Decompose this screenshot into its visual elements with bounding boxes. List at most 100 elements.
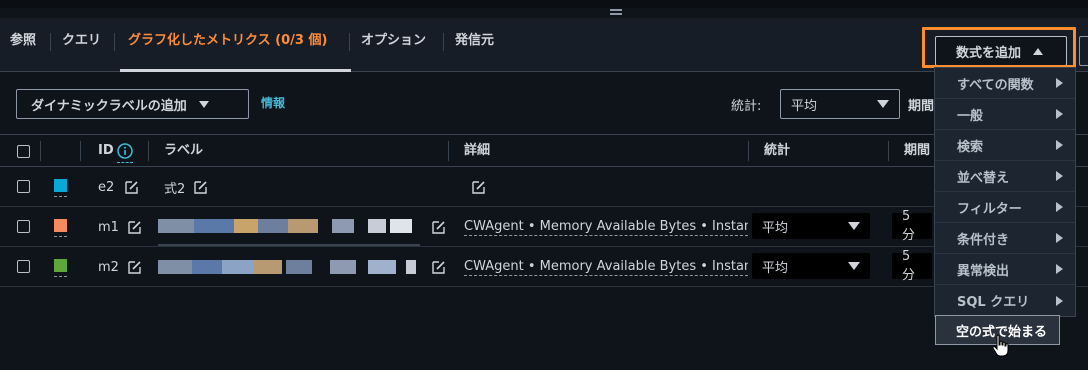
menu-item-label: 並べ替え bbox=[957, 170, 1010, 186]
row-id: e2 bbox=[98, 179, 115, 195]
row-details-text: CWAgent • Memory Available Bytes • Insta… bbox=[464, 258, 748, 276]
edit-id-icon[interactable] bbox=[128, 207, 141, 247]
tab-separator bbox=[50, 33, 51, 51]
chevron-down-icon bbox=[848, 262, 860, 270]
tab-separator bbox=[114, 33, 115, 51]
menu-item-search[interactable]: 検索 bbox=[935, 130, 1075, 161]
tab-browse[interactable]: 参照 bbox=[10, 18, 36, 72]
chevron-right-icon bbox=[1056, 171, 1063, 181]
add-dynamic-label-button[interactable]: ダイナミックラベルの追加 bbox=[16, 89, 249, 119]
column-separator bbox=[40, 141, 41, 161]
row-id: m2 bbox=[98, 259, 119, 275]
redacted-label bbox=[158, 260, 420, 274]
row-checkbox[interactable] bbox=[17, 260, 30, 273]
menu-item-conditional[interactable]: 条件付き bbox=[935, 223, 1075, 254]
row-stat-value: 平均 bbox=[762, 260, 789, 276]
color-swatch[interactable] bbox=[54, 259, 67, 272]
info-link[interactable]: 情報 bbox=[261, 94, 285, 111]
chevron-down-icon bbox=[848, 222, 860, 230]
row-period-value: 5 分 bbox=[902, 249, 916, 283]
swatch-underline bbox=[54, 196, 67, 197]
header-details: 詳細 bbox=[464, 143, 491, 158]
stat-select-value: 平均 bbox=[791, 98, 818, 114]
column-separator bbox=[748, 141, 749, 161]
select-all-checkbox[interactable] bbox=[17, 145, 30, 158]
row-period-select[interactable]: 5 分 bbox=[892, 209, 932, 243]
chevron-right-icon bbox=[1056, 109, 1063, 119]
edit-id-icon[interactable] bbox=[125, 167, 138, 207]
menu-item-label: 一般 bbox=[957, 108, 984, 124]
row-checkbox[interactable] bbox=[17, 180, 30, 193]
row-details[interactable]: CWAgent • Memory Available Bytes • Insta… bbox=[464, 207, 748, 247]
add-dynamic-label-text: ダイナミックラベルの追加 bbox=[31, 98, 187, 114]
header-id: ID bbox=[98, 143, 114, 158]
header-period: 期間 bbox=[904, 143, 931, 158]
menu-item-label: 検索 bbox=[957, 139, 984, 155]
row-checkbox[interactable] bbox=[17, 220, 30, 233]
chevron-right-icon bbox=[1056, 264, 1063, 274]
hand-pointer-icon bbox=[991, 334, 1011, 358]
menu-item-label: フィルター bbox=[957, 201, 1022, 217]
menu-item-label: SQL クエリ bbox=[957, 295, 1030, 310]
tab-separator bbox=[443, 33, 444, 51]
color-swatch[interactable] bbox=[54, 219, 67, 232]
menu-item-label: 異常検出 bbox=[957, 263, 1010, 279]
tab-query[interactable]: クエリ bbox=[62, 18, 101, 72]
tab-source[interactable]: 発信元 bbox=[455, 18, 494, 72]
edit-id-icon[interactable] bbox=[128, 247, 141, 287]
row-stat-select[interactable]: 平均 bbox=[752, 253, 870, 279]
swatch-underline bbox=[54, 236, 67, 237]
edit-label-icon[interactable] bbox=[432, 207, 445, 247]
edit-label-icon[interactable] bbox=[432, 247, 445, 287]
chevron-right-icon bbox=[1056, 233, 1063, 243]
top-strip bbox=[0, 0, 1088, 8]
info-icon[interactable] bbox=[117, 143, 133, 159]
color-swatch[interactable] bbox=[54, 179, 67, 192]
stat-select[interactable]: 平均 bbox=[780, 89, 900, 119]
column-separator bbox=[888, 141, 889, 161]
table-header: ID ラベル 詳細 統計 期間 bbox=[0, 134, 1088, 167]
highlight-box bbox=[922, 27, 1076, 68]
table-row[interactable]: m2 CWAgent • Memory Available Bytes • In… bbox=[0, 247, 1088, 287]
edit-details-icon[interactable] bbox=[472, 167, 485, 207]
row-label: 式2 bbox=[164, 181, 186, 197]
chevron-down-icon bbox=[877, 100, 889, 108]
resize-grip-icon[interactable] bbox=[610, 9, 622, 17]
row-details[interactable]: CWAgent • Memory Available Bytes • Insta… bbox=[464, 247, 748, 287]
tab-separator bbox=[349, 33, 350, 51]
row-period-select[interactable]: 5 分 bbox=[892, 249, 932, 283]
truncated-button-edge[interactable] bbox=[1079, 36, 1088, 66]
menu-item-anomaly-detection[interactable]: 異常検出 bbox=[935, 254, 1075, 285]
menu-item-sql-query[interactable]: SQL クエリ bbox=[935, 285, 1075, 316]
chevron-right-icon bbox=[1056, 140, 1063, 150]
math-function-menu: すべての関数 一般 検索 並べ替え フィルター 条件付き 異常検出 SQL クエ… bbox=[934, 67, 1076, 317]
period-label: 期間 bbox=[908, 99, 935, 114]
tab-options[interactable]: オプション bbox=[361, 18, 426, 72]
swatch-underline bbox=[54, 276, 67, 277]
menu-item-general[interactable]: 一般 bbox=[935, 99, 1075, 130]
toolbar: ダイナミックラベルの追加 情報 統計: 平均 期間 bbox=[0, 72, 1088, 134]
redacted-label bbox=[158, 219, 420, 233]
caret-down-icon bbox=[198, 100, 209, 108]
label-scrollbar[interactable] bbox=[158, 244, 420, 246]
menu-item-all-functions[interactable]: すべての関数 bbox=[935, 68, 1075, 99]
row-period-value: 5 分 bbox=[902, 209, 916, 243]
column-separator bbox=[448, 141, 449, 161]
menu-item-filter[interactable]: フィルター bbox=[935, 192, 1075, 223]
stat-label: 統計: bbox=[731, 99, 762, 114]
info-underline bbox=[117, 162, 133, 163]
row-stat-select[interactable]: 平均 bbox=[752, 213, 870, 239]
chevron-right-icon bbox=[1056, 295, 1063, 306]
menu-item-sort[interactable]: 並べ替え bbox=[935, 161, 1075, 192]
header-label: ラベル bbox=[164, 143, 204, 158]
table-row[interactable]: e2 式2 bbox=[0, 167, 1088, 207]
table-row[interactable]: m1 CWAgent • Memory Available Bytes • In… bbox=[0, 207, 1088, 247]
edit-label-icon[interactable] bbox=[194, 167, 207, 207]
row-stat-value: 平均 bbox=[762, 220, 789, 236]
column-separator bbox=[80, 141, 81, 161]
row-details-text: CWAgent • Memory Available Bytes • Insta… bbox=[464, 218, 748, 236]
column-separator bbox=[148, 141, 149, 161]
tab-graphed-metrics[interactable]: グラフ化したメトリクス (0/3 個) bbox=[128, 18, 327, 72]
chevron-right-icon bbox=[1056, 78, 1063, 88]
row-id: m1 bbox=[98, 219, 119, 235]
